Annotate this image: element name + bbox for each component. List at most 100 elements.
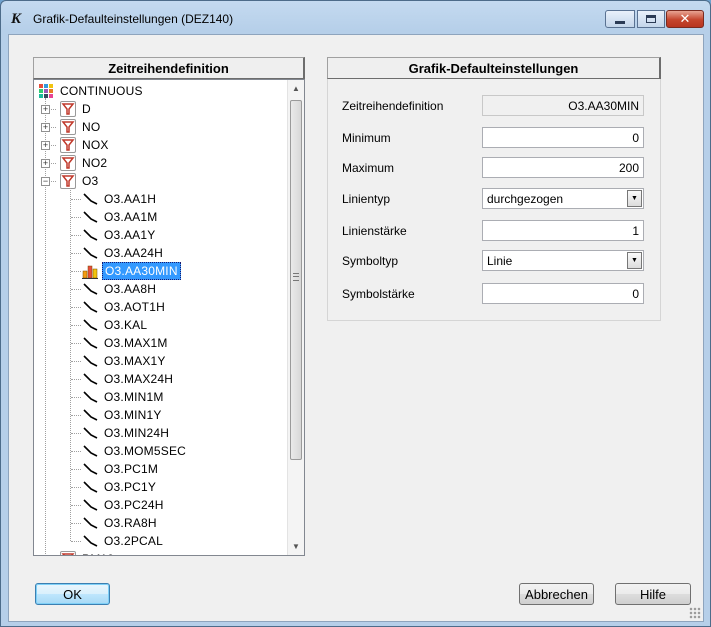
label-zeitreihendefinition: Zeitreihendefinition [342, 99, 444, 113]
tree-item-o3[interactable]: O3 [60, 172, 100, 190]
filter-icon-frame [60, 119, 76, 135]
tree-item-no2[interactable]: NO2 [60, 154, 109, 172]
label-minimum: Minimum [342, 131, 391, 145]
scroll-down-arrow-icon[interactable]: ▼ [288, 538, 304, 555]
maximize-button[interactable] [637, 10, 665, 28]
tree-item-label: O3.AA8H [104, 282, 157, 296]
tree-item-label: O3.AA1M [104, 210, 158, 224]
tree-connector [70, 188, 71, 541]
settings-panel-header: Grafik-Defaulteinstellungen [327, 57, 661, 79]
tree-item-label: O3.AA1Y [104, 228, 156, 242]
tree-item-o3-kal[interactable]: O3.KAL [82, 316, 149, 334]
expand-icon[interactable]: + [43, 555, 48, 556]
maximum-input[interactable]: 200 [482, 157, 644, 178]
tree-item-o3-max1m[interactable]: O3.MAX1M [82, 334, 170, 352]
tree-item-pm10[interactable]: PM10 [60, 550, 116, 555]
filter-icon-frame [60, 155, 76, 171]
tree-item-o3-pc1y[interactable]: O3.PC1Y [82, 478, 158, 496]
tree-item-o3-max1y[interactable]: O3.MAX1Y [82, 352, 168, 370]
symboltyp-select[interactable]: Linie ▼ [482, 250, 644, 271]
tree-connector [71, 325, 81, 326]
tree-item-o3-aa1h[interactable]: O3.AA1H [82, 190, 158, 208]
tree-item-label: CONTINUOUS [60, 84, 143, 98]
expand-icon[interactable]: + [41, 105, 50, 114]
linienstaerke-input[interactable]: 1 [482, 220, 644, 241]
tree-item-o3-max24h[interactable]: O3.MAX24H [82, 370, 175, 388]
linientyp-value: durchgezogen [487, 192, 564, 206]
tree-item-o3-aa1m[interactable]: O3.AA1M [82, 208, 159, 226]
line-graph-icon [82, 407, 98, 423]
tree-item-o3-2pcal[interactable]: O3.2PCAL [82, 532, 165, 550]
tree-item-label: D [82, 102, 91, 116]
minimum-input[interactable]: 0 [482, 127, 644, 148]
tree-item-label: O3.MOM5SEC [104, 444, 187, 458]
line-graph-icon [82, 299, 98, 315]
tree-item-o3-aot1h[interactable]: O3.AOT1H [82, 298, 167, 316]
dropdown-arrow-icon[interactable]: ▼ [627, 252, 642, 269]
line-graph-icon [82, 425, 98, 441]
expand-icon[interactable]: + [41, 141, 50, 150]
tree-item-nox[interactable]: NOX [60, 136, 111, 154]
tree-item-o3-pc1m[interactable]: O3.PC1M [82, 460, 160, 478]
line-graph-icon [82, 317, 98, 333]
collapse-icon[interactable]: − [41, 177, 50, 186]
tree-item-o3-min24h[interactable]: O3.MIN24H [82, 424, 171, 442]
minimize-icon [615, 20, 625, 24]
resize-grip-icon[interactable] [689, 607, 701, 619]
tree-item-no[interactable]: NO [60, 118, 102, 136]
line-graph-icon [82, 533, 98, 549]
help-button[interactable]: Hilfe [615, 583, 691, 605]
time-series-tree[interactable]: CONTINUOUS + D + NO + NOX + NO2 − O3 O3.AA1H O3.AA1M… [33, 79, 305, 556]
tree-connector [71, 523, 81, 524]
tree-item-o3-mom5sec[interactable]: O3.MOM5SEC [82, 442, 188, 460]
tree-item-label: O3.PC1M [104, 462, 159, 476]
tree-connector [71, 541, 81, 542]
tree-item-o3-aa24h[interactable]: O3.AA24H [82, 244, 165, 262]
row-minimum: Minimum 0 [328, 127, 660, 149]
line-graph-icon [82, 443, 98, 459]
tree-item-label: O3.2PCAL [104, 534, 163, 548]
filter-icon-frame [60, 101, 76, 117]
line-graph-icon [82, 371, 98, 387]
tree-item-label: NOX [82, 138, 109, 152]
symboltyp-value: Linie [487, 254, 513, 268]
title-bar[interactable]: K Grafik-Defaulteinstellungen (DEZ140) ✕ [1, 1, 710, 33]
grip-icon [293, 273, 299, 281]
tree-item-o3-aa8h[interactable]: O3.AA8H [82, 280, 158, 298]
tree-scrollbar[interactable]: ▲ ▼ [287, 80, 304, 555]
row-maximum: Maximum 200 [328, 157, 660, 179]
tree-connector [71, 253, 81, 254]
line-graph-icon [82, 497, 98, 513]
tree-item-o3-aa1y[interactable]: O3.AA1Y [82, 226, 157, 244]
tree-item-d[interactable]: D [60, 100, 93, 118]
cancel-button[interactable]: Abbrechen [519, 583, 594, 605]
minimize-button[interactable] [605, 10, 635, 28]
scrollbar-thumb[interactable] [290, 100, 302, 460]
tree-connector [71, 199, 81, 200]
close-button[interactable]: ✕ [666, 10, 704, 28]
tree-item-o3-aa30min[interactable]: O3.AA30MIN [82, 262, 181, 280]
linientyp-select[interactable]: durchgezogen ▼ [482, 188, 644, 209]
tree-item-label: O3.MAX1Y [104, 354, 166, 368]
dropdown-arrow-icon[interactable]: ▼ [627, 190, 642, 207]
expand-icon[interactable]: + [41, 123, 50, 132]
tree-item-o3-min1m[interactable]: O3.MIN1M [82, 388, 166, 406]
tree-item-root[interactable]: CONTINUOUS [38, 82, 145, 100]
filter-icon [60, 155, 76, 171]
symbolstaerke-input[interactable]: 0 [482, 283, 644, 304]
tree-item-label: O3.AA24H [104, 246, 163, 260]
tree-connector [71, 415, 81, 416]
tree-item-o3-pc24h[interactable]: O3.PC24H [82, 496, 166, 514]
tree-connector [71, 361, 81, 362]
expand-icon[interactable]: + [41, 159, 50, 168]
ok-button[interactable]: OK [35, 583, 110, 605]
filter-icon [60, 173, 76, 189]
dialog-window: K Grafik-Defaulteinstellungen (DEZ140) ✕… [0, 0, 711, 627]
scroll-up-arrow-icon[interactable]: ▲ [288, 80, 304, 97]
tree-item-o3-ra8h[interactable]: O3.RA8H [82, 514, 159, 532]
maximize-icon [646, 15, 656, 23]
tree-item-o3-min1y[interactable]: O3.MIN1Y [82, 406, 164, 424]
line-graph-icon [82, 227, 98, 243]
row-linienstaerke: Linienstärke 1 [328, 220, 660, 242]
line-graph-icon [82, 281, 98, 297]
